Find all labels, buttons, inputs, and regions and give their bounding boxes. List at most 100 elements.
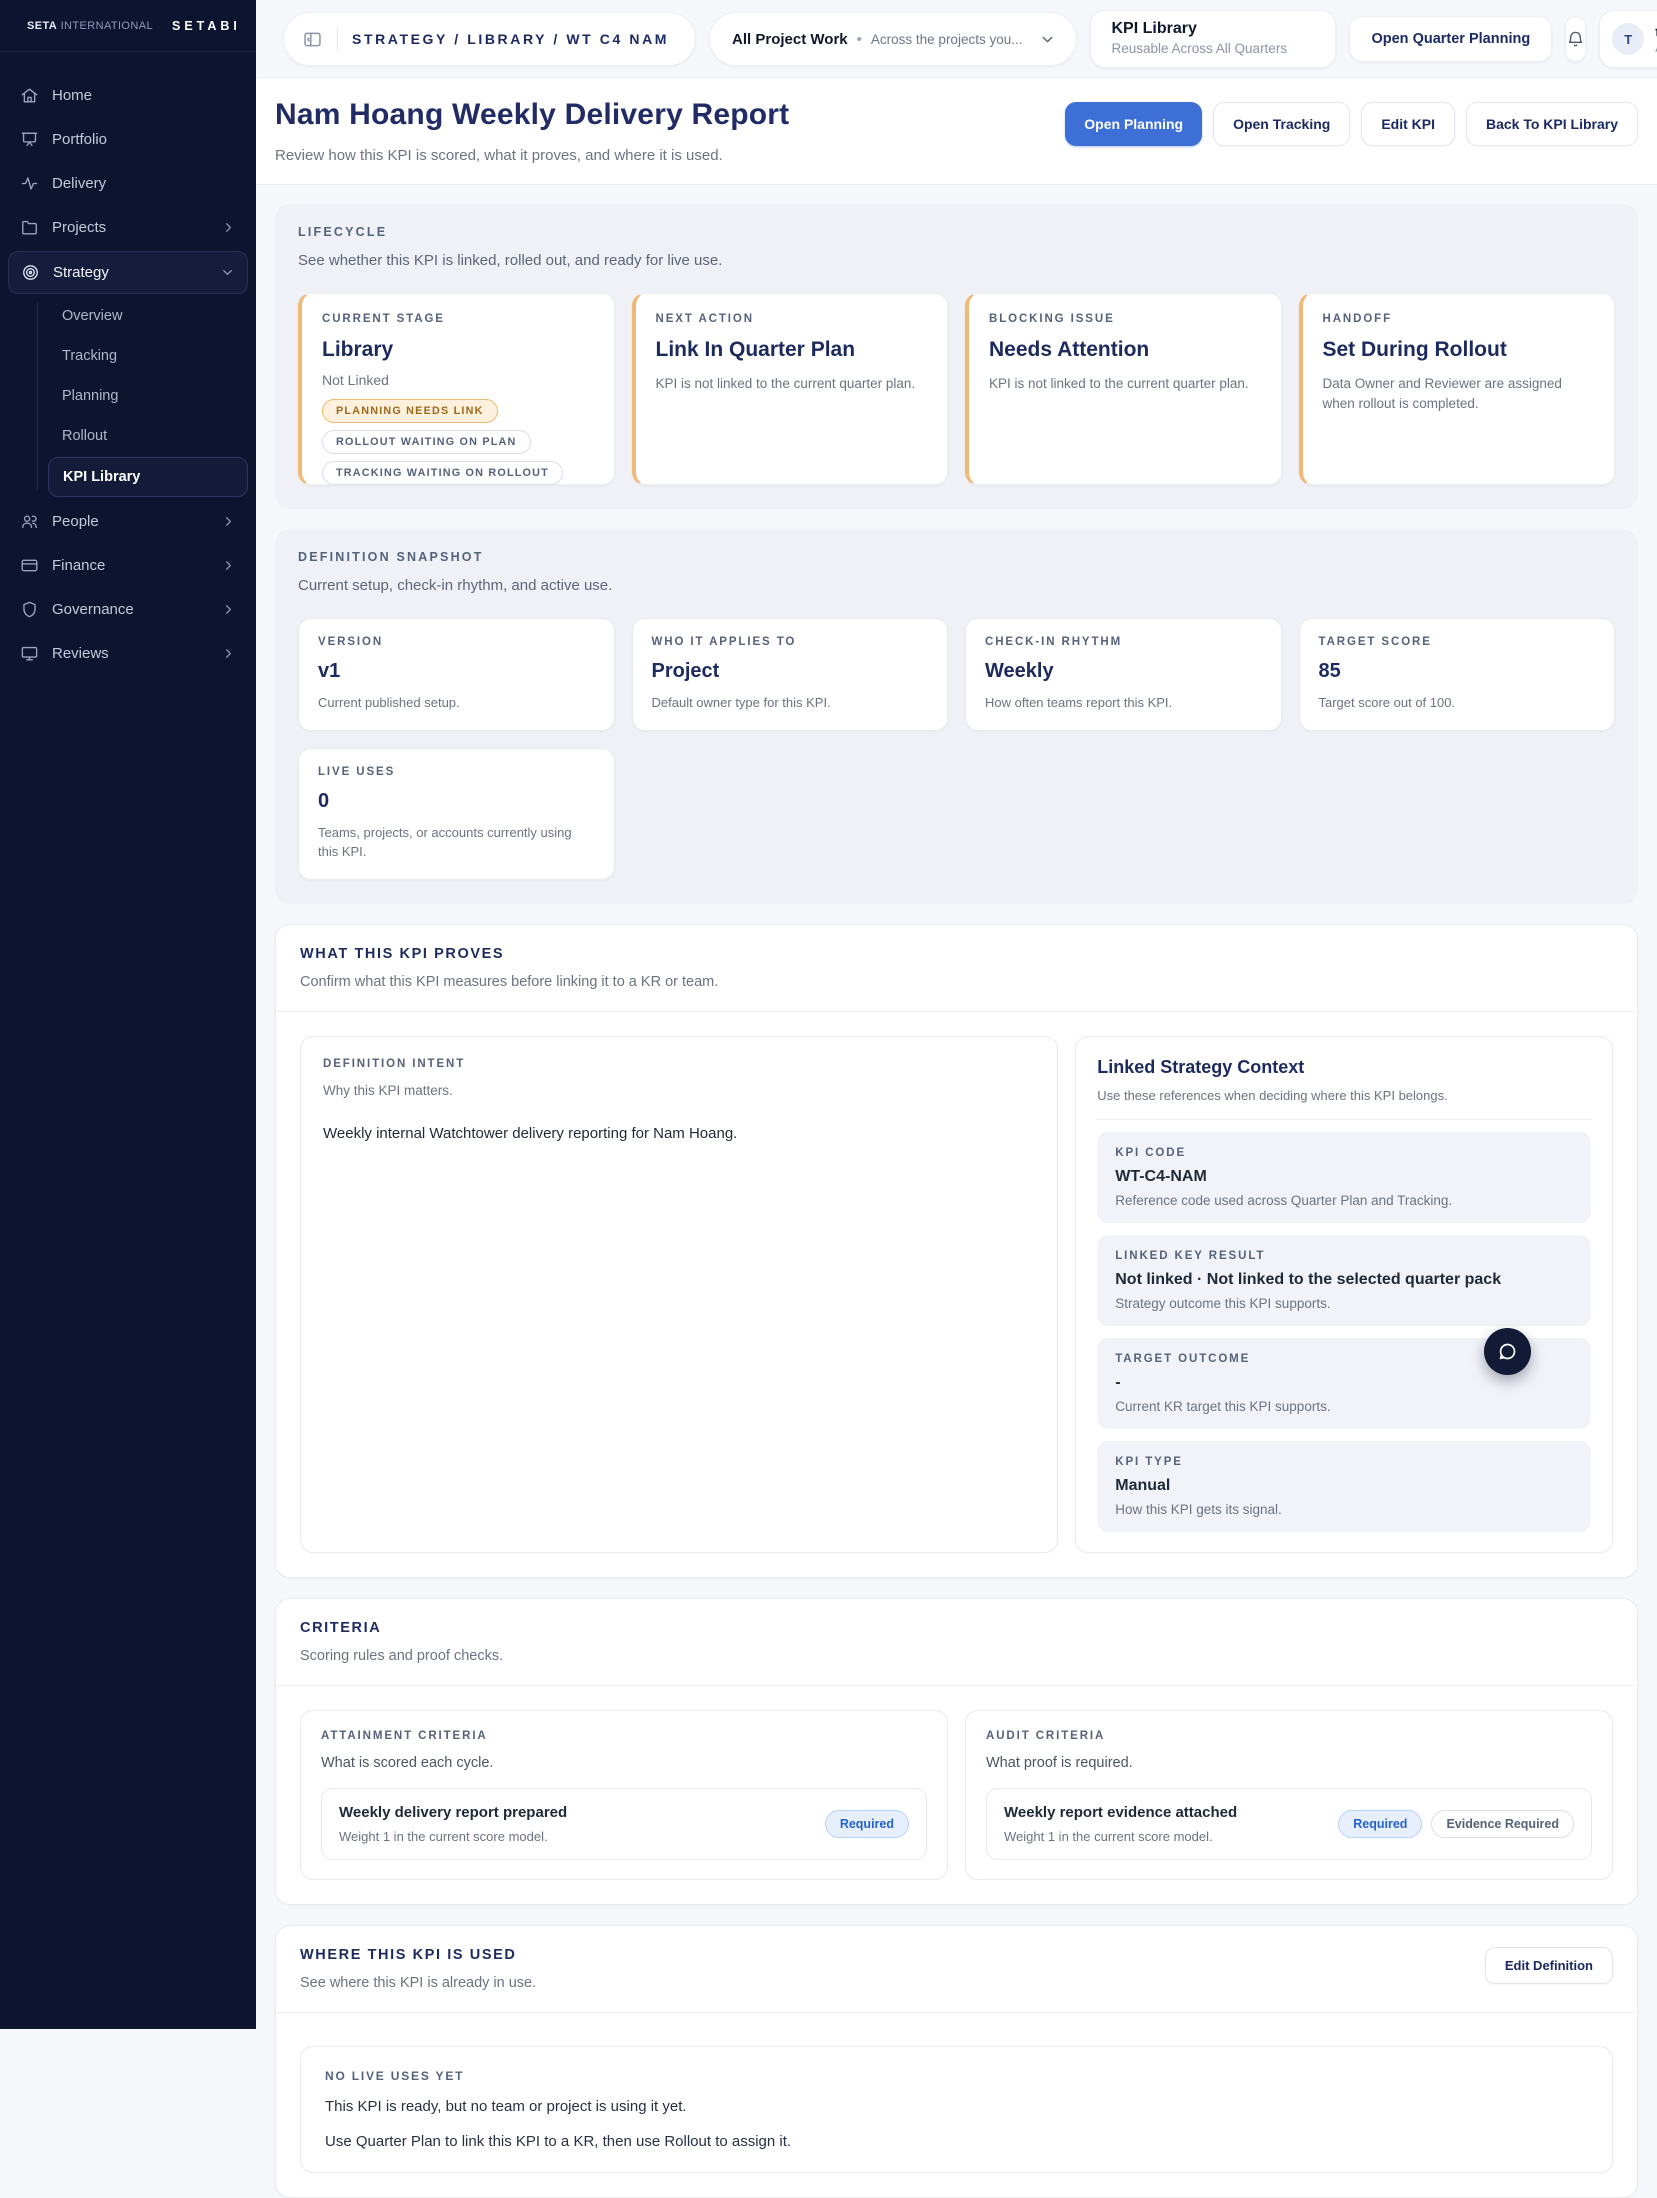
- card-desc: Default owner type for this KPI.: [652, 693, 929, 713]
- linked-strategy-context-card: Linked Strategy Context Use these refere…: [1075, 1036, 1613, 1553]
- sidebar-item-finance[interactable]: Finance: [8, 545, 248, 586]
- open-tracking-button[interactable]: Open Tracking: [1213, 102, 1350, 146]
- governance-icon: [20, 600, 39, 619]
- chevron-right-icon: [221, 220, 236, 235]
- card-desc: Current published setup.: [318, 693, 595, 713]
- breadcrumb[interactable]: STRATEGY / LIBRARY / WT C4 NAM: [352, 31, 669, 47]
- blocking-issue-card: BLOCKING ISSUE Needs Attention KPI is no…: [965, 293, 1282, 485]
- card-value: v1: [318, 660, 595, 683]
- sidebar-item-governance[interactable]: Governance: [8, 589, 248, 630]
- intent-body: Weekly internal Watchtower delivery repo…: [323, 1125, 1035, 1142]
- sidebar-item-rollout[interactable]: Rollout: [48, 417, 248, 455]
- sidebar-item-overview[interactable]: Overview: [48, 297, 248, 335]
- item-label: LINKED KEY RESULT: [1115, 1250, 1573, 1262]
- open-quarter-planning-button[interactable]: Open Quarter Planning: [1349, 16, 1552, 62]
- proves-section: WHAT THIS KPI PROVES Confirm what this K…: [275, 924, 1638, 1578]
- sidebar-item-projects[interactable]: Projects: [8, 207, 248, 248]
- card-desc: Teams, projects, or accounts currently u…: [318, 823, 595, 862]
- back-to-kpi-library-button[interactable]: Back To KPI Library: [1466, 102, 1638, 146]
- audit-label: AUDIT CRITERIA: [986, 1730, 1592, 1742]
- criteria-body: ATTAINMENT CRITERIA What is scored each …: [276, 1686, 1637, 1904]
- card-label: VERSION: [318, 636, 595, 648]
- card-desc: Data Owner and Reviewer are assigned whe…: [1323, 374, 1595, 413]
- lifecycle-cards: CURRENT STAGE Library Not Linked PLANNIN…: [298, 293, 1615, 485]
- page-content: LIFECYCLE See whether this KPI is linked…: [256, 185, 1657, 2198]
- chat-fab-button[interactable]: [1484, 1328, 1531, 1375]
- intent-hint: Why this KPI matters.: [323, 1083, 1035, 1098]
- card-desc: Target score out of 100.: [1319, 693, 1596, 713]
- proves-header: WHAT THIS KPI PROVES Confirm what this K…: [276, 925, 1637, 1012]
- target-score-card: TARGET SCORE 85 Target score out of 100.: [1299, 618, 1616, 731]
- sidebar-item-home[interactable]: Home: [8, 75, 248, 116]
- sidebar-item-tracking[interactable]: Tracking: [48, 337, 248, 375]
- applies-to-card: WHO IT APPLIES TO Project Default owner …: [632, 618, 949, 731]
- card-value: Project: [652, 660, 929, 683]
- empty-line-2: Use Quarter Plan to link this KPI to a K…: [325, 2133, 1588, 2150]
- collapse-sidebar-icon[interactable]: [302, 29, 323, 50]
- criteria-title: CRITERIA: [300, 1620, 1613, 1636]
- current-stage-card: CURRENT STAGE Library Not Linked PLANNIN…: [298, 293, 615, 485]
- people-icon: [20, 512, 39, 531]
- sidebar: SETA INTERNATIONAL SETABI Home Portfolio…: [0, 0, 256, 2029]
- item-value: Manual: [1115, 1477, 1573, 1495]
- sidebar-item-planning[interactable]: Planning: [48, 377, 248, 415]
- proves-subtitle: Confirm what this KPI measures before li…: [300, 974, 1613, 990]
- card-value: 85: [1319, 660, 1596, 683]
- sidebar-item-kpi-library[interactable]: KPI Library: [48, 457, 248, 497]
- notifications-button[interactable]: [1565, 16, 1586, 62]
- kpi-library-title: KPI Library: [1111, 20, 1315, 38]
- empty-line-1: This KPI is ready, but no team or projec…: [325, 2098, 1588, 2115]
- lifecycle-label: LIFECYCLE: [298, 225, 1615, 239]
- edit-definition-button[interactable]: Edit Definition: [1485, 1947, 1613, 1984]
- usage-body: NO LIVE USES YET This KPI is ready, but …: [276, 2013, 1637, 2197]
- definition-snapshot-section: DEFINITION SNAPSHOT Current setup, check…: [275, 529, 1638, 904]
- required-badge: Required: [825, 1810, 909, 1838]
- context-title: Linked Strategy Context: [1097, 1057, 1591, 1078]
- sidebar-item-label: Delivery: [52, 175, 106, 192]
- user-menu[interactable]: T tuan.le ACCOUNT MANAGER: [1599, 10, 1657, 68]
- strategy-icon: [21, 263, 40, 282]
- card-label: LIVE USES: [318, 766, 595, 778]
- definition-intent-card: DEFINITION INTENT Why this KPI matters. …: [300, 1036, 1058, 1553]
- card-note: Not Linked: [322, 372, 594, 388]
- next-action-card: NEXT ACTION Link In Quarter Plan KPI is …: [632, 293, 949, 485]
- check-in-rhythm-card: CHECK-IN RHYTHM Weekly How often teams r…: [965, 618, 1282, 731]
- sidebar-item-people[interactable]: People: [8, 501, 248, 542]
- criteria-section: CRITERIA Scoring rules and proof checks.…: [275, 1598, 1638, 1905]
- item-desc: How this KPI gets its signal.: [1115, 1502, 1573, 1517]
- card-title: Needs Attention: [989, 338, 1261, 362]
- chevron-right-icon: [221, 558, 236, 573]
- sidebar-item-portfolio[interactable]: Portfolio: [8, 119, 248, 160]
- linked-key-result-item: LINKED KEY RESULT Not linked · Not linke…: [1097, 1235, 1591, 1326]
- card-desc: How often teams report this KPI.: [985, 693, 1262, 713]
- snapshot-cards: VERSION v1 Current published setup. WHO …: [298, 618, 1615, 880]
- sidebar-item-label: Reviews: [52, 645, 109, 662]
- sidebar-item-strategy[interactable]: Strategy: [8, 251, 248, 294]
- attainment-label: ATTAINMENT CRITERIA: [321, 1730, 927, 1742]
- projects-icon: [20, 218, 39, 237]
- kpi-library-subtitle: Reusable Across All Quarters: [1111, 41, 1315, 56]
- lifecycle-section: LIFECYCLE See whether this KPI is linked…: [275, 204, 1638, 509]
- usage-section: WHERE THIS KPI IS USED See where this KP…: [275, 1925, 1638, 2198]
- required-badge: Required: [1338, 1810, 1422, 1838]
- open-planning-button[interactable]: Open Planning: [1065, 102, 1202, 146]
- strategy-subnav: Overview Tracking Planning Rollout KPI L…: [8, 297, 248, 497]
- snapshot-desc: Current setup, check-in rhythm, and acti…: [298, 577, 1615, 594]
- edit-kpi-button[interactable]: Edit KPI: [1361, 102, 1455, 146]
- sidebar-item-delivery[interactable]: Delivery: [8, 163, 248, 204]
- version-card: VERSION v1 Current published setup.: [298, 618, 615, 731]
- lifecycle-desc: See whether this KPI is linked, rolled o…: [298, 252, 1615, 269]
- sidebar-item-reviews[interactable]: Reviews: [8, 633, 248, 674]
- stage-badges: PLANNING NEEDS LINK ROLLOUT WAITING ON P…: [322, 399, 594, 485]
- proves-body: DEFINITION INTENT Why this KPI matters. …: [276, 1012, 1637, 1577]
- breadcrumb-pill: STRATEGY / LIBRARY / WT C4 NAM: [283, 12, 696, 66]
- item-value: WT-C4-NAM: [1115, 1168, 1573, 1186]
- project-scope-dropdown[interactable]: All Project Work • Across the projects y…: [709, 12, 1077, 66]
- usage-title: WHERE THIS KPI IS USED: [300, 1947, 536, 1963]
- card-label: HANDOFF: [1323, 313, 1595, 325]
- sidebar-nav: Home Portfolio Delivery Projects Strateg…: [0, 52, 256, 674]
- main-area: STRATEGY / LIBRARY / WT C4 NAM All Proje…: [256, 0, 1657, 2198]
- home-icon: [20, 86, 39, 105]
- sidebar-item-label: People: [52, 513, 99, 530]
- audit-desc: What proof is required.: [986, 1755, 1592, 1771]
